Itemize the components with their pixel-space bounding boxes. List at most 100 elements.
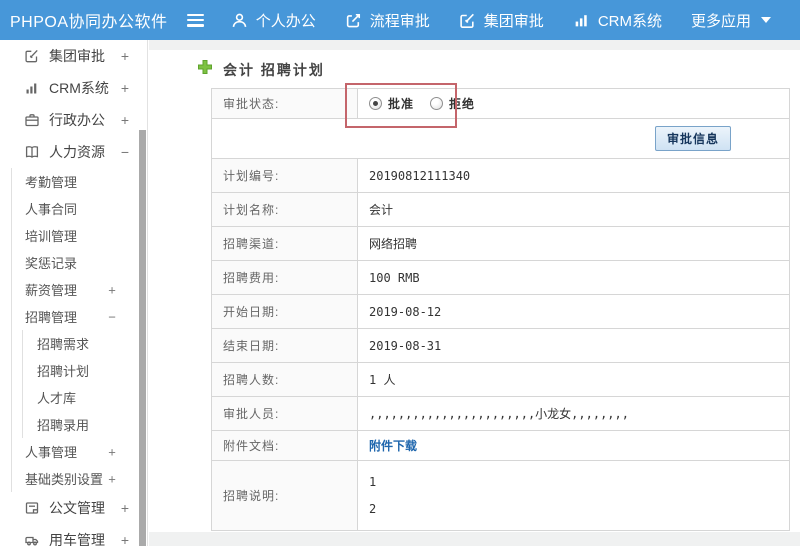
nav-item-label: 集团审批 [483, 12, 544, 30]
sidebar-scrollbar[interactable] [139, 130, 146, 546]
briefcase-icon [24, 112, 40, 128]
sidebar-item-crm-system[interactable]: CRM系统 + [0, 72, 147, 104]
radio-unselected-icon[interactable] [430, 97, 444, 110]
sidebar-item-vehicle-mgmt[interactable]: 用车管理 + [0, 524, 147, 546]
main-content: 会计 招聘计划 审批状态: 批准 拒绝 审批信息 计划编号: 201908121… [149, 40, 800, 546]
field-value: 100 RMB [357, 260, 790, 295]
user-icon [231, 12, 248, 29]
sidebar-item-label: 人才库 [37, 391, 77, 406]
table-row-recruit-cost: 招聘费用: 100 RMB [211, 260, 790, 295]
caret-down-icon [761, 17, 771, 23]
field-value: 1 2 [357, 460, 790, 531]
collapse-toggle[interactable]: − [119, 144, 131, 160]
table-row-headcount: 招聘人数: 1 人 [211, 362, 790, 397]
sidebar-item-base-category-settings[interactable]: 基础类别设置 + [0, 465, 147, 492]
radio-label: 拒绝 [449, 97, 476, 111]
table-row-plan-number: 计划编号: 20190812111340 [211, 158, 790, 193]
sidebar-item-reward-punishment[interactable]: 奖惩记录 [0, 249, 147, 276]
nav-item-label: 个人办公 [255, 12, 316, 30]
field-label: 招聘说明: [211, 460, 358, 531]
field-label: 审批人员: [211, 396, 358, 431]
sidebar-item-recruitment-plan[interactable]: 招聘计划 [0, 357, 147, 384]
expand-toggle[interactable]: + [119, 112, 131, 128]
top-navigation: 个人办公 流程审批 集团审批 CRM系统 更多应用 [231, 10, 800, 31]
collapse-toggle[interactable]: − [106, 309, 118, 324]
table-row-approval-status: 审批状态: 批准 拒绝 [211, 88, 790, 119]
sidebar-item-salary-mgmt[interactable]: 薪资管理 + [0, 276, 147, 303]
table-row-end-date: 结束日期: 2019-08-31 [211, 328, 790, 363]
sidebar-item-hr-contract[interactable]: 人事合同 [0, 195, 147, 222]
radio-label: 批准 [388, 97, 415, 111]
sidebar-item-label: CRM系统 [49, 80, 109, 96]
bar-chart-icon [24, 80, 40, 96]
field-label: 招聘渠道: [211, 226, 358, 261]
car-icon [24, 532, 40, 546]
nav-item-process-approval[interactable]: 流程审批 [345, 10, 430, 31]
nav-item-more-apps[interactable]: 更多应用 [691, 10, 771, 31]
add-plus-icon[interactable] [197, 59, 213, 80]
expand-toggle[interactable]: + [106, 444, 118, 459]
sidebar-item-document-mgmt[interactable]: 公文管理 + [0, 492, 147, 524]
sidebar-item-recruitment-mgmt[interactable]: 招聘管理 − [0, 303, 147, 330]
hamburger-menu-icon[interactable] [187, 13, 204, 27]
sidebar-item-talent-pool[interactable]: 人才库 [0, 384, 147, 411]
radio-approve[interactable]: 批准 [369, 95, 414, 112]
sidebar: 集团审批 + CRM系统 + 行政办公 + 人力资源 − 考勤管理 人事合同 培… [0, 40, 148, 546]
table-row-start-date: 开始日期: 2019-08-12 [211, 294, 790, 329]
sidebar-item-label: 考勤管理 [25, 175, 78, 190]
sidebar-item-label: 招聘需求 [37, 337, 90, 352]
expand-toggle[interactable]: + [106, 471, 118, 486]
nav-item-label: 流程审批 [369, 12, 430, 30]
sidebar-item-label: 人事合同 [25, 202, 78, 217]
field-value: 2019-08-31 [357, 328, 790, 363]
field-label: 审批状态: [211, 88, 358, 119]
sidebar-item-label: 公文管理 [49, 500, 105, 516]
table-row-approval-button: 审批信息 [211, 118, 790, 159]
nav-item-group-approval[interactable]: 集团审批 [459, 10, 544, 31]
sidebar-item-label: 基础类别设置 [25, 472, 104, 487]
top-navbar: PHPOA协同办公软件 个人办公 流程审批 集团审批 CRM系统 更多应用 [0, 0, 800, 40]
attachment-download-link[interactable]: 附件下载 [369, 439, 417, 453]
sidebar-item-group-approval[interactable]: 集团审批 + [0, 40, 147, 72]
sidebar-item-label: 薪资管理 [25, 283, 78, 298]
book-icon [24, 144, 40, 160]
sidebar-item-recruitment-hiring[interactable]: 招聘录用 [0, 411, 147, 438]
table-row-approvers: 审批人员: ,,,,,,,,,,,,,,,,,,,,,,,小龙女,,,,,,,, [211, 396, 790, 431]
nav-item-personal-office[interactable]: 个人办公 [231, 10, 316, 31]
nav-item-label: CRM系统 [597, 12, 662, 30]
app-logo[interactable]: PHPOA协同办公软件 [10, 8, 187, 32]
sidebar-item-personnel-mgmt[interactable]: 人事管理 + [0, 438, 147, 465]
field-label: 结束日期: [211, 328, 358, 363]
expand-toggle[interactable]: + [119, 80, 131, 96]
sidebar-item-attendance-mgmt[interactable]: 考勤管理 [0, 168, 147, 195]
approval-info-button[interactable]: 审批信息 [654, 126, 731, 151]
process-icon [345, 12, 362, 29]
expand-toggle[interactable]: + [119, 500, 131, 516]
table-row-recruit-description: 招聘说明: 1 2 [211, 460, 790, 531]
expand-toggle[interactable]: + [106, 282, 118, 297]
breadcrumb: 会计 招聘计划 [197, 59, 325, 80]
field-label: 附件文档: [211, 430, 358, 461]
document-icon [24, 500, 40, 516]
bar-chart-icon [573, 12, 590, 29]
edit-square-icon [24, 48, 40, 64]
expand-toggle[interactable]: + [119, 48, 131, 64]
sidebar-item-label: 培训管理 [25, 229, 78, 244]
sidebar-item-label: 人力资源 [49, 144, 105, 160]
expand-toggle[interactable]: + [119, 532, 131, 546]
field-value: 20190812111340 [357, 158, 790, 193]
page-title: 会计 招聘计划 [223, 61, 325, 78]
radio-reject[interactable]: 拒绝 [430, 95, 475, 112]
field-value: 1 人 [357, 362, 790, 397]
nav-item-crm-system[interactable]: CRM系统 [573, 10, 662, 31]
radio-selected-icon[interactable] [369, 97, 382, 110]
sidebar-item-training-mgmt[interactable]: 培训管理 [0, 222, 147, 249]
sidebar-item-admin-office[interactable]: 行政办公 + [0, 104, 147, 136]
sidebar-item-human-resources[interactable]: 人力资源 − [0, 136, 147, 168]
approval-status-radio-group: 批准 拒绝 [369, 95, 789, 112]
sidebar-item-label: 行政办公 [49, 112, 105, 128]
table-row-attachment: 附件文档: 附件下载 [211, 430, 790, 461]
field-label: 招聘人数: [211, 362, 358, 397]
sidebar-item-label: 招聘计划 [37, 364, 90, 379]
sidebar-item-recruitment-demand[interactable]: 招聘需求 [0, 330, 147, 357]
